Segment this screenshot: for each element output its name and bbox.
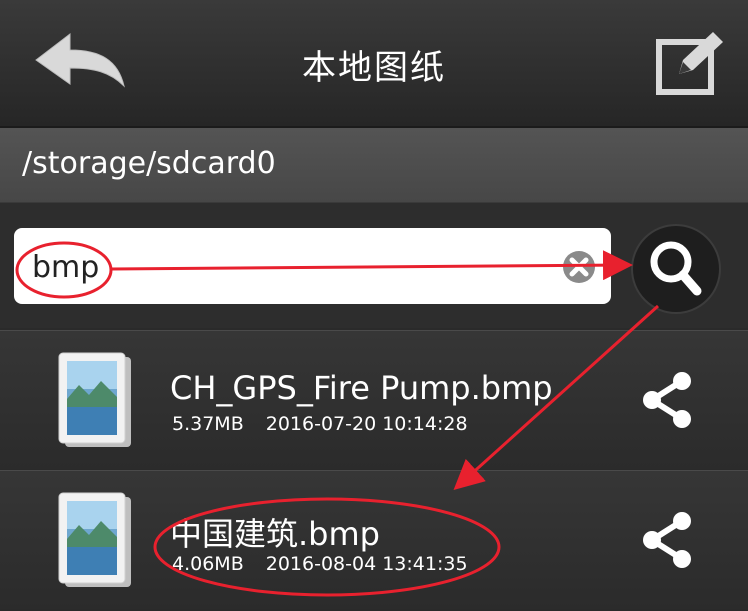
file-meta: 5.37MB 2016-07-20 10:14:28 <box>172 413 468 435</box>
file-name: CH_GPS_Fire Pump.bmp <box>170 369 553 407</box>
share-button[interactable] <box>640 511 696 569</box>
file-name: 中国建筑.bmp <box>170 515 380 553</box>
search-bar <box>0 203 748 328</box>
edit-icon <box>656 32 723 95</box>
file-row[interactable]: CH_GPS_Fire Pump.bmp 5.37MB 2016-07-20 10… <box>0 330 748 469</box>
search-input[interactable] <box>32 247 532 287</box>
file-size: 5.37MB <box>172 413 244 435</box>
header-bar: 本地图纸 <box>0 0 748 128</box>
image-file-icon <box>55 491 135 591</box>
file-row[interactable]: 中国建筑.bmp 4.06MB 2016-08-04 13:41:35 <box>0 470 748 609</box>
image-file-icon <box>55 351 135 451</box>
search-icon <box>631 224 721 314</box>
file-size: 4.06MB <box>172 553 244 575</box>
search-field[interactable] <box>14 228 611 304</box>
clear-button[interactable] <box>562 250 596 284</box>
page-title: 本地图纸 <box>302 48 446 88</box>
share-button[interactable] <box>640 371 696 429</box>
file-date: 2016-07-20 10:14:28 <box>265 413 468 435</box>
file-date: 2016-08-04 13:41:35 <box>265 553 468 575</box>
file-meta: 4.06MB 2016-08-04 13:41:35 <box>172 553 468 575</box>
clear-icon <box>563 251 595 283</box>
share-icon <box>643 372 691 428</box>
edit-button[interactable] <box>655 30 725 96</box>
path-label: /storage/sdcard0 <box>22 146 276 181</box>
share-icon <box>643 512 691 568</box>
search-button[interactable] <box>629 222 723 316</box>
path-bar: /storage/sdcard0 <box>0 128 748 203</box>
